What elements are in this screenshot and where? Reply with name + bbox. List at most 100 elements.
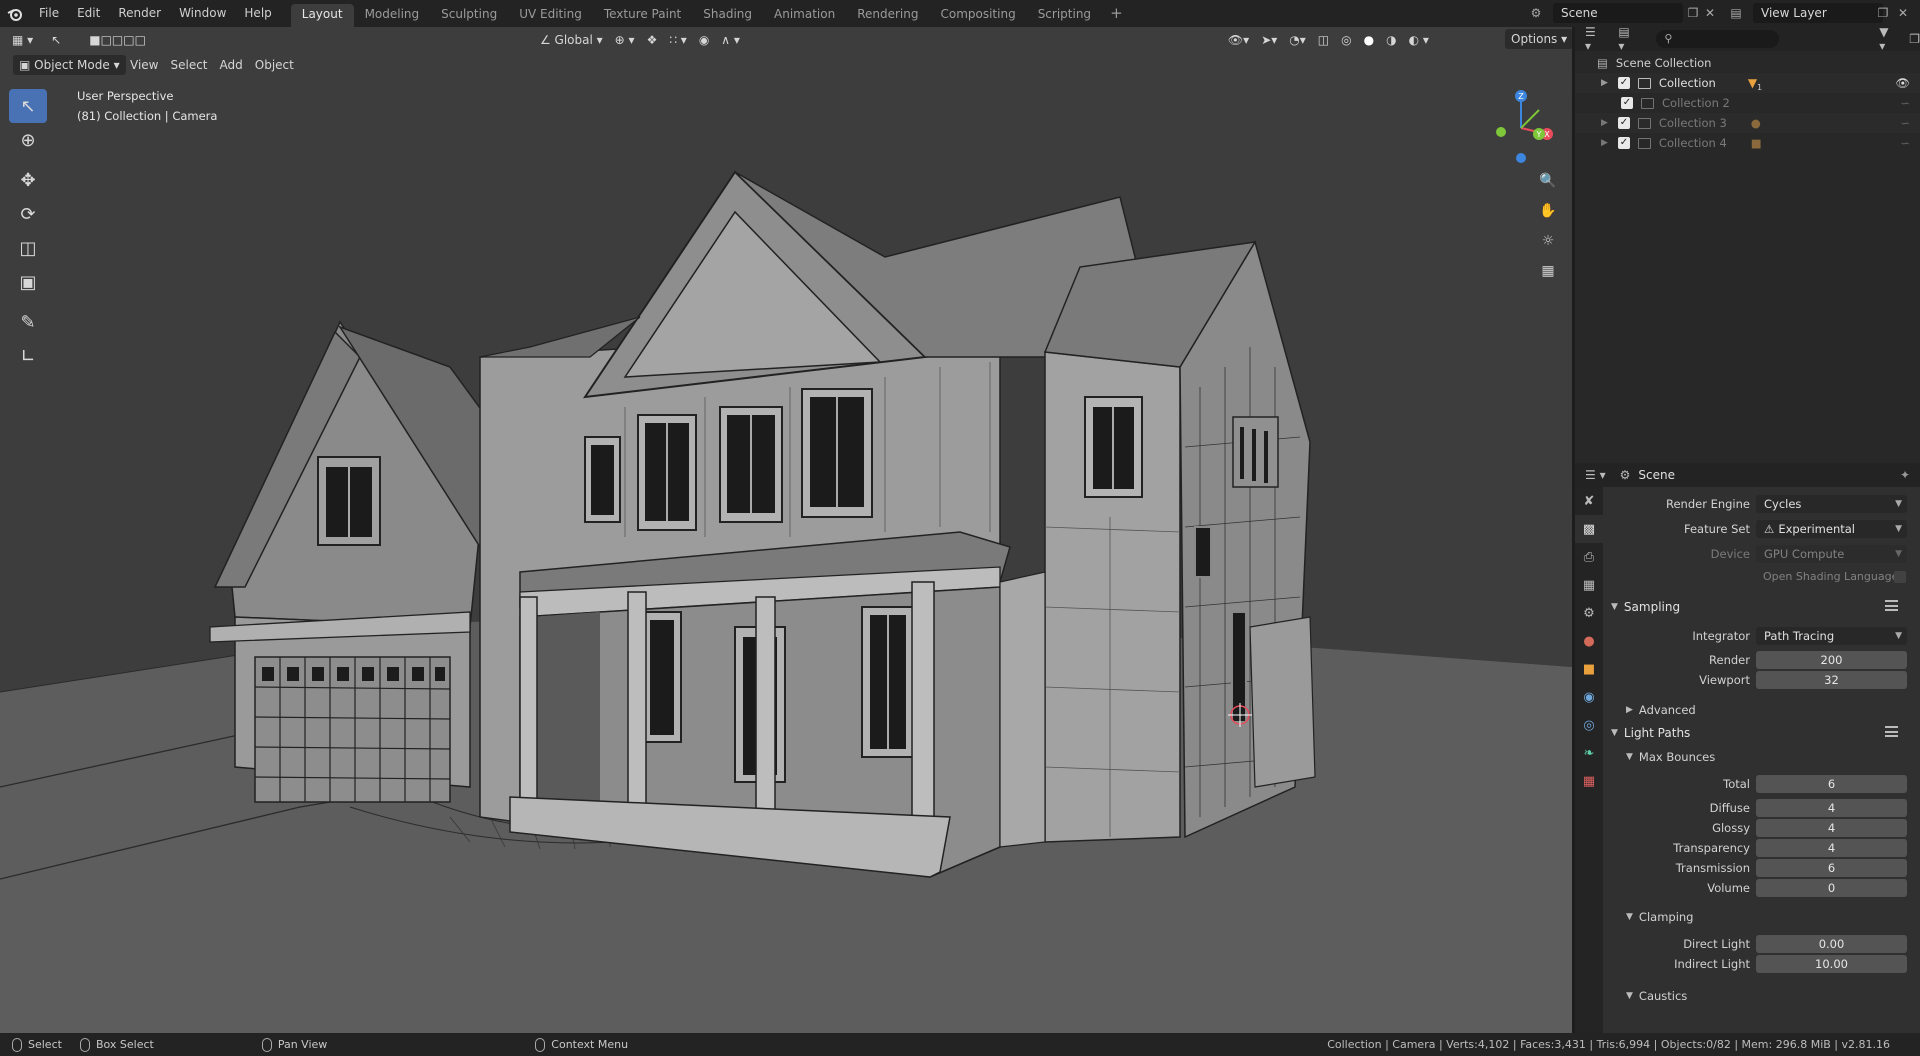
snap-target-icon[interactable]: ∷ ▾ — [663, 30, 692, 50]
camera-view-icon[interactable]: ☼ — [1536, 229, 1560, 253]
presets-list-icon[interactable] — [1885, 726, 1898, 737]
axis-gizmo[interactable]: Z X Y — [1485, 84, 1555, 164]
clamping-subsection-header[interactable]: ▼ Clamping — [1603, 905, 1920, 929]
move-tool-icon[interactable]: ✥ — [9, 163, 47, 197]
bounces-glossy-field[interactable]: 4 — [1756, 819, 1907, 837]
menu-edit[interactable]: Edit — [68, 0, 109, 27]
visibility-eye-icon[interactable]: 👁 — [1895, 76, 1910, 90]
shading-material-icon[interactable]: ◑ — [1380, 30, 1402, 50]
indirect-light-field[interactable]: 10.00 — [1756, 955, 1907, 973]
add-workspace-icon[interactable]: + — [1102, 0, 1131, 27]
proportional-edit-icon[interactable]: ◉ — [693, 30, 715, 50]
pan-hand-icon[interactable]: ✋ — [1536, 199, 1560, 223]
outliner-row-collection[interactable]: ▶ ✓ Collection ▼ 1 👁 — [1575, 73, 1920, 93]
menu-add[interactable]: Add — [214, 55, 249, 75]
bounces-transmission-field[interactable]: 6 — [1756, 859, 1907, 877]
expand-arrow-icon[interactable]: ▶ — [1601, 138, 1608, 148]
scene-close-icon[interactable]: ✕ — [1700, 4, 1720, 22]
menu-view[interactable]: View — [124, 55, 164, 75]
render-samples-field[interactable]: 200 — [1756, 651, 1907, 669]
blender-logo-icon[interactable] — [0, 0, 30, 27]
hidden-eye-icon[interactable]: ∽ — [1900, 136, 1910, 150]
tab-uv-editing[interactable]: UV Editing — [508, 4, 593, 27]
tab-texture-paint[interactable]: Texture Paint — [593, 4, 692, 27]
scale-tool-icon[interactable]: ◫ — [9, 231, 47, 265]
xray-toggle-icon[interactable]: ◫ — [1312, 30, 1335, 50]
presets-list-icon[interactable] — [1885, 600, 1898, 611]
annotate-tool-icon[interactable]: ✎ — [9, 305, 47, 339]
new-collection-icon[interactable]: ❐ — [1909, 32, 1920, 46]
scene-browse-icon[interactable]: ⚙ — [1526, 4, 1546, 22]
shading-solid-icon[interactable]: ● — [1358, 30, 1380, 50]
editor-type-icon[interactable]: ▦ ▾ — [6, 30, 39, 50]
display-mode-icon[interactable]: ▤ ▾ — [1618, 25, 1638, 53]
transform-orientation-dropdown[interactable]: ∠ Global ▾ — [534, 30, 609, 50]
scene-tab-icon[interactable]: ⚙ — [1575, 599, 1603, 627]
tab-rendering[interactable]: Rendering — [846, 4, 929, 27]
menu-help[interactable]: Help — [235, 0, 280, 27]
selection-mode-icons[interactable]: ■□□□□ — [83, 30, 152, 50]
sampling-section-header[interactable]: ▼ Sampling — [1603, 595, 1920, 619]
exclude-checkbox[interactable]: ✓ — [1621, 97, 1633, 109]
tab-compositing[interactable]: Compositing — [929, 4, 1026, 27]
hidden-eye-icon[interactable]: ∽ — [1900, 116, 1910, 130]
overlay-toggle-icon[interactable]: ◔▾ — [1283, 30, 1312, 50]
tool-tab-icon[interactable]: ✘ — [1575, 487, 1603, 515]
texture-tab-icon[interactable]: ▦ — [1575, 767, 1603, 795]
device-dropdown[interactable]: GPU Compute ▼ — [1756, 545, 1907, 563]
transform-tool-icon[interactable]: ▣ — [9, 265, 47, 299]
falloff-icon[interactable]: ∧ ▾ — [715, 30, 746, 50]
feature-set-dropdown[interactable]: ⚠ Experimental ▼ — [1756, 520, 1907, 538]
tab-modeling[interactable]: Modeling — [354, 4, 431, 27]
render-tab-icon[interactable]: ▩ — [1575, 515, 1603, 543]
object-mode-dropdown[interactable]: ▣ Object Mode ▾ — [13, 55, 126, 75]
exclude-checkbox[interactable]: ✓ — [1617, 117, 1630, 129]
menu-render[interactable]: Render — [109, 0, 170, 27]
properties-editor-type-icon[interactable]: ☰ ▾ — [1585, 468, 1606, 482]
object-data-tab-icon[interactable]: ❧ — [1575, 739, 1603, 767]
outliner-row-collection-3[interactable]: ▶ ✓ Collection 3 ● ∽ — [1575, 113, 1920, 133]
zoom-icon[interactable]: 🔍 — [1536, 169, 1560, 193]
exclude-checkbox[interactable]: ✓ — [1617, 77, 1630, 89]
pivot-point-icon[interactable]: ⊕ ▾ — [609, 30, 641, 50]
outliner-row-collection-2[interactable]: ✓ Collection 2 ∽ — [1575, 93, 1920, 113]
view-layer-tab-icon[interactable]: ▦ — [1575, 571, 1603, 599]
menu-file[interactable]: File — [30, 0, 68, 27]
view-layer-close-icon[interactable]: ✕ — [1893, 4, 1913, 22]
options-dropdown[interactable]: Options ▾ — [1505, 29, 1572, 49]
filter-icon[interactable]: ▼ ▾ — [1879, 25, 1897, 53]
shading-rendered-icon[interactable]: ◐ ▾ — [1403, 30, 1435, 50]
max-bounces-subsection-header[interactable]: ▼ Max Bounces — [1603, 745, 1920, 769]
scene-name-field[interactable]: Scene — [1553, 3, 1683, 23]
bounces-volume-field[interactable]: 0 — [1756, 879, 1907, 897]
world-tab-icon[interactable]: ● — [1575, 627, 1603, 655]
visibility-icon[interactable]: 👁▾ — [1222, 30, 1255, 50]
physics-tab-icon[interactable]: ◎ — [1575, 711, 1603, 739]
light-paths-section-header[interactable]: ▼ Light Paths — [1603, 721, 1920, 745]
select-mode-icon[interactable]: ↖ — [45, 30, 67, 50]
output-tab-icon[interactable]: ⎙ — [1575, 543, 1603, 571]
house-model-render[interactable] — [0, 27, 1572, 1033]
rotate-tool-icon[interactable]: ⟳ — [9, 197, 47, 231]
ortho-toggle-icon[interactable]: ▦ — [1536, 259, 1560, 283]
direct-light-field[interactable]: 0.00 — [1756, 935, 1907, 953]
advanced-subsection-header[interactable]: ▶ Advanced — [1603, 698, 1920, 722]
view-layer-field[interactable]: View Layer — [1753, 3, 1883, 23]
exclude-checkbox[interactable]: ✓ — [1617, 137, 1630, 149]
render-engine-dropdown[interactable]: Cycles ▼ — [1756, 495, 1907, 513]
outliner-editor-type-icon[interactable]: ☰ ▾ — [1585, 25, 1604, 53]
menu-window[interactable]: Window — [170, 0, 235, 27]
3d-viewport[interactable]: ▦ ▾ ↖ ■□□□□ ∠ Global ▾ ⊕ ▾ ❖ ∷ ▾ ◉ ∧ ▾ 👁… — [0, 27, 1572, 1033]
snap-icon[interactable]: ❖ — [641, 30, 664, 50]
measure-tool-icon[interactable]: ∟ — [9, 339, 47, 373]
caustics-subsection-header[interactable]: ▼ Caustics — [1603, 984, 1920, 1008]
cursor-tool-icon[interactable]: ⊕ — [9, 123, 47, 157]
view-layer-copy-icon[interactable]: ❐ — [1873, 4, 1893, 22]
outliner-row-collection-4[interactable]: ▶ ✓ Collection 4 ■ ∽ — [1575, 133, 1920, 153]
osl-checkbox[interactable] — [1894, 571, 1906, 583]
bounces-transparency-field[interactable]: 4 — [1756, 839, 1907, 857]
tab-animation[interactable]: Animation — [763, 4, 846, 27]
pin-icon[interactable]: ✦ — [1900, 468, 1910, 482]
viewport-samples-field[interactable]: 32 — [1756, 671, 1907, 689]
modifiers-tab-icon[interactable]: ◉ — [1575, 683, 1603, 711]
